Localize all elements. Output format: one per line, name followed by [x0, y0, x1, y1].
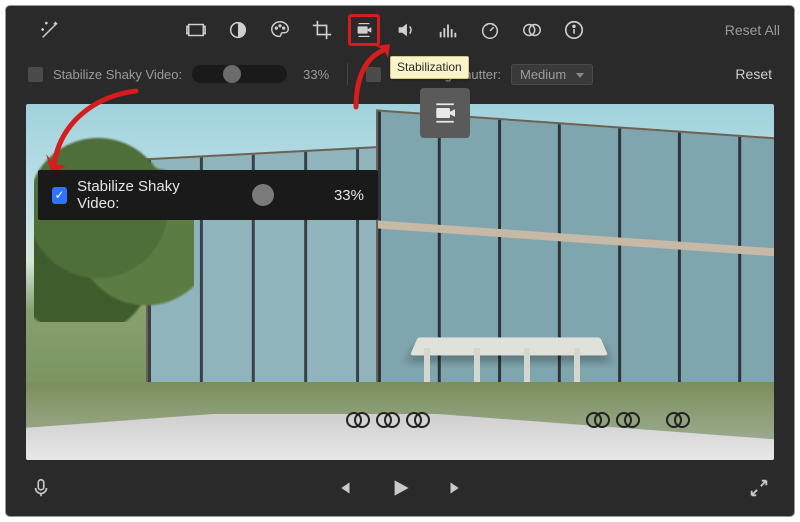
inspector-toolbar: Reset All [6, 6, 794, 54]
stabilize-slider-checked[interactable] [220, 184, 318, 206]
imovie-inspector: Reset All Stabilize Shaky Video: 33% Fix… [6, 6, 794, 516]
stabilize-checked-callout: ✓ Stabilize Shaky Video: 33% [38, 170, 378, 220]
stabilize-checkbox-unchecked[interactable] [28, 67, 43, 82]
playback-bar [6, 460, 794, 516]
microphone-icon[interactable] [30, 477, 52, 499]
palette-icon[interactable] [264, 14, 296, 46]
stabilize-percent-checked: 33% [334, 187, 364, 204]
crop-icon[interactable] [306, 14, 338, 46]
play-button[interactable] [387, 475, 413, 501]
next-button[interactable] [445, 477, 467, 499]
contrast-icon[interactable] [222, 14, 254, 46]
stabilization-tooltip: Stabilization [390, 56, 469, 79]
expand-icon[interactable] [748, 477, 770, 499]
stabilization-icon-callout [420, 88, 470, 138]
speed-icon[interactable] [474, 14, 506, 46]
stabilize-checkbox-checked[interactable]: ✓ [52, 187, 67, 204]
stabilize-slider[interactable] [192, 65, 287, 83]
camera-stabilization-icon[interactable] [348, 14, 380, 46]
reset-button[interactable]: Reset [735, 66, 772, 82]
equalizer-icon[interactable] [432, 14, 464, 46]
stabilize-label-checked: Stabilize Shaky Video: [77, 178, 210, 212]
reset-all-button[interactable]: Reset All [725, 22, 780, 38]
frame-icon[interactable] [180, 14, 212, 46]
stabilize-label: Stabilize Shaky Video: [53, 67, 182, 82]
previous-button[interactable] [333, 477, 355, 499]
magic-wand-icon[interactable] [34, 14, 66, 46]
settings-divider [347, 63, 348, 85]
rolling-shutter-checkbox[interactable] [366, 67, 381, 82]
video-preview[interactable] [26, 104, 774, 460]
info-icon[interactable] [558, 14, 590, 46]
stabilize-percent: 33% [303, 67, 329, 82]
volume-icon[interactable] [390, 14, 422, 46]
clip-filter-icon[interactable] [516, 14, 548, 46]
rolling-shutter-select[interactable]: Medium [511, 64, 593, 85]
